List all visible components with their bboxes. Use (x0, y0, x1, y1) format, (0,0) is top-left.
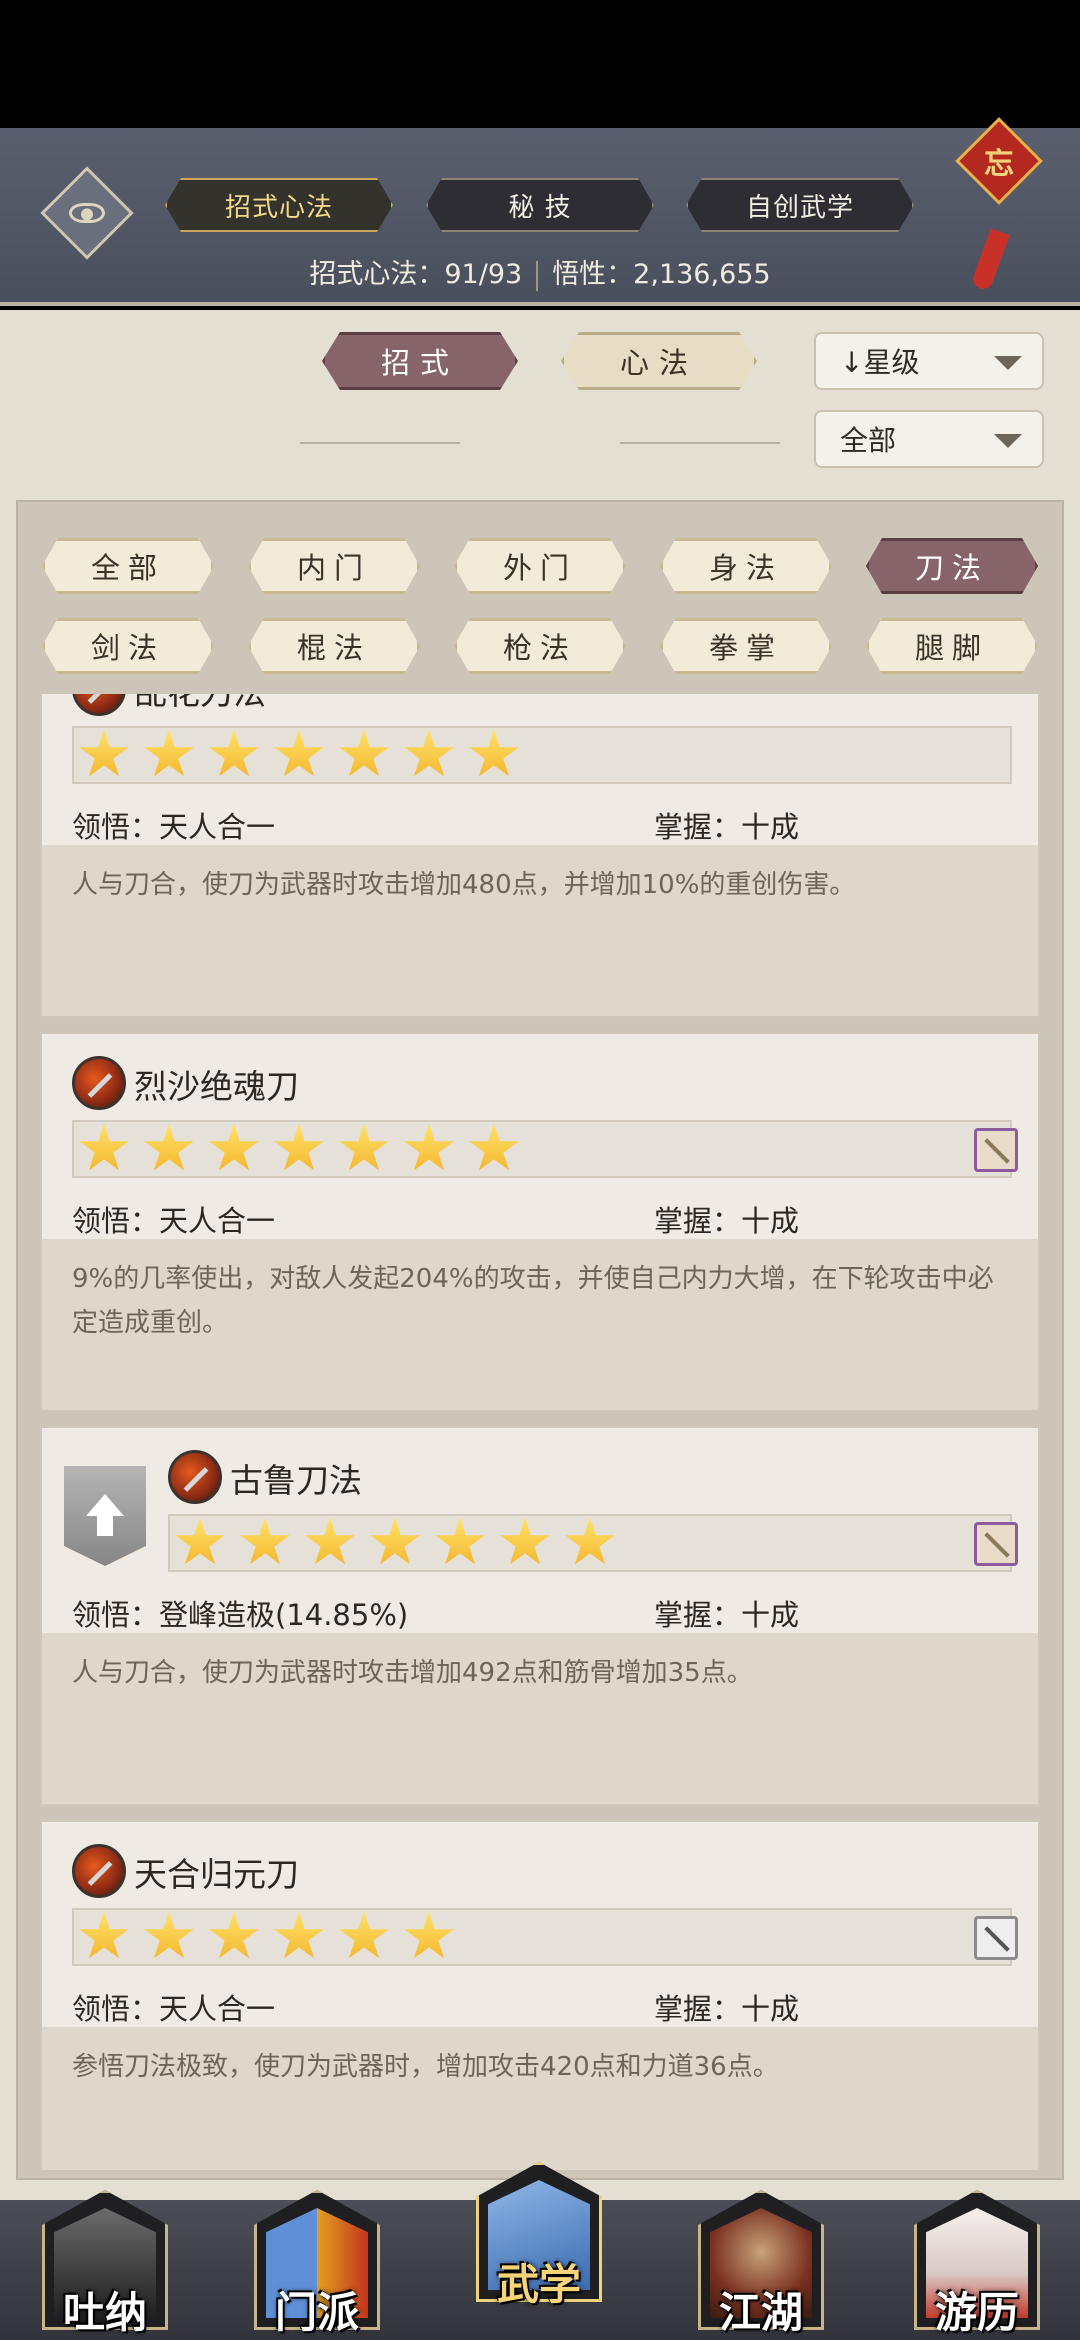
star-icon (500, 1517, 550, 1565)
star-icon (79, 729, 129, 777)
star-icon (209, 1911, 259, 1959)
filter-staff[interactable]: 棍法 (248, 618, 420, 674)
star-icon (175, 1517, 225, 1565)
filter-movement[interactable]: 身法 (660, 538, 832, 594)
blade-skill-icon (72, 1844, 126, 1898)
star-icon (404, 1911, 454, 1959)
star-icon (144, 729, 194, 777)
tab-self-created[interactable]: 自创武学 (686, 178, 914, 232)
mastery-level: 掌握：十成 (654, 810, 800, 844)
star-icon (79, 1123, 129, 1171)
tab-moves-and-arts[interactable]: 招式心法 (165, 178, 393, 232)
skill-card[interactable]: 烈沙绝魂刀 领悟：天人合一 掌握：十成 9%的几率使出，对敌人发起204%的攻击… (40, 1032, 1040, 1412)
star-icon (339, 1911, 389, 1959)
skill-card[interactable]: 古鲁刀法 领悟：登峰造极(14.85%) 掌握：十成 人与刀合，使刀为武器时攻击… (40, 1426, 1040, 1806)
nav-sect[interactable]: 门派 (242, 2180, 392, 2340)
star-icon (469, 729, 519, 777)
star-rating (72, 726, 1012, 784)
weapon-type-icon[interactable] (974, 1522, 1018, 1566)
skill-name: 天合归元刀 (134, 1855, 299, 1894)
weapon-type-icon[interactable] (974, 1128, 1018, 1172)
comprehension-level: 领悟：天人合一 (72, 810, 276, 844)
filter-blade[interactable]: 刀法 (866, 538, 1038, 594)
star-icon (240, 1517, 290, 1565)
blade-skill-icon (168, 1450, 222, 1504)
blade-skill-icon (72, 1056, 126, 1110)
filter-leg[interactable]: 腿脚 (866, 618, 1038, 674)
filter-sword[interactable]: 剑法 (42, 618, 214, 674)
blade-skill-icon (72, 694, 126, 716)
filter-spear[interactable]: 枪法 (454, 618, 626, 674)
star-icon (404, 729, 454, 777)
upgrade-arrow-icon[interactable] (64, 1466, 146, 1566)
filter-inner[interactable]: 内门 (248, 538, 420, 594)
skill-card[interactable]: 天合归元刀 领悟：天人合一 掌握：十成 参悟刀法极致，使刀为武器时，增加攻击42… (40, 1820, 1040, 2170)
skill-description: 人与刀合，使刀为武器时攻击增加492点和筋骨增加35点。 (42, 1633, 1038, 1804)
header-stats: 招式心法：91/93 悟性：2,136,655 (0, 252, 1080, 291)
comprehension-level: 领悟：天人合一 (72, 1204, 276, 1238)
filter-outer[interactable]: 外门 (454, 538, 626, 594)
chevron-down-icon (994, 434, 1022, 448)
skill-name: 烈沙绝魂刀 (134, 1067, 299, 1106)
chevron-down-icon (994, 356, 1022, 370)
skill-description: 参悟刀法极致，使刀为武器时，增加攻击420点和力道36点。 (42, 2027, 1038, 2170)
filter-all[interactable]: 全部 (42, 538, 214, 594)
star-icon (565, 1517, 615, 1565)
nav-breathing[interactable]: 吐纳 (30, 2180, 180, 2340)
star-icon (469, 1123, 519, 1171)
segment-arts[interactable]: 心法 (561, 332, 757, 390)
nav-jianghu[interactable]: 江湖 (686, 2180, 836, 2340)
skill-count: 招式心法：91/93 (309, 259, 523, 290)
mastery-level: 掌握：十成 (654, 1204, 800, 1238)
star-rating (72, 1120, 1012, 1178)
star-icon (435, 1517, 485, 1565)
sort-dropdown[interactable]: ↓星级 (814, 332, 1044, 390)
segment-moves[interactable]: 招式 (322, 332, 518, 390)
insight-value: 悟性：2,136,655 (552, 259, 771, 290)
star-icon (79, 1911, 129, 1959)
stats-divider (536, 260, 539, 291)
star-icon (305, 1517, 355, 1565)
status-bar (0, 0, 1080, 128)
comprehension-level: 领悟：登峰造极(14.85%) (72, 1598, 409, 1632)
star-icon (404, 1123, 454, 1171)
star-icon (339, 1123, 389, 1171)
skill-description: 9%的几率使出，对敌人发起204%的攻击，并使自己内力大增，在下轮攻击中必定造成… (42, 1239, 1038, 1410)
main-area: 招式 心法 ↓星级 全部 全部 内门 外门 身法 刀法 剑法 棍法 枪法 拳掌 … (0, 310, 1080, 2200)
star-icon (274, 1123, 324, 1171)
decorative-line (620, 442, 780, 444)
filter-fist[interactable]: 拳掌 (660, 618, 832, 674)
category-dropdown[interactable]: 全部 (814, 410, 1044, 468)
bottom-nav: 吐纳 门派 武学 江湖 游历 (0, 2162, 1080, 2340)
star-icon (144, 1123, 194, 1171)
comprehension-level: 领悟：天人合一 (72, 1992, 276, 2026)
mastery-level: 掌握：十成 (654, 1992, 800, 2026)
star-icon (274, 1911, 324, 1959)
header: 招式心法 秘 技 自创武学 招式心法：91/93 悟性：2,136,655 (0, 128, 1080, 306)
star-rating (168, 1514, 1012, 1572)
star-icon (144, 1911, 194, 1959)
skill-card[interactable]: 乱花刀法 领悟：天人合一 掌握：十成 人与刀合，使刀为武器时攻击增加480点，并… (40, 694, 1040, 1018)
star-icon (339, 729, 389, 777)
star-icon (274, 729, 324, 777)
decorative-line (300, 442, 460, 444)
star-rating (72, 1908, 1012, 1966)
skill-list[interactable]: 乱花刀法 领悟：天人合一 掌握：十成 人与刀合，使刀为武器时攻击增加480点，并… (24, 694, 1040, 2170)
view-toggle-button[interactable] (40, 166, 134, 260)
mastery-level: 掌握：十成 (654, 1598, 800, 1632)
nav-travel[interactable]: 游历 (902, 2180, 1052, 2340)
skill-name: 古鲁刀法 (230, 1461, 362, 1500)
tab-secret-skills[interactable]: 秘 技 (426, 178, 654, 232)
nav-martial-arts[interactable]: 武学 (464, 2152, 614, 2312)
star-icon (209, 729, 259, 777)
skill-description: 人与刀合，使刀为武器时攻击增加480点，并增加10%的重创伤害。 (42, 845, 1038, 1016)
skill-name: 乱花刀法 (134, 694, 266, 714)
star-icon (209, 1123, 259, 1171)
weapon-type-icon[interactable] (974, 1916, 1018, 1960)
star-icon (370, 1517, 420, 1565)
